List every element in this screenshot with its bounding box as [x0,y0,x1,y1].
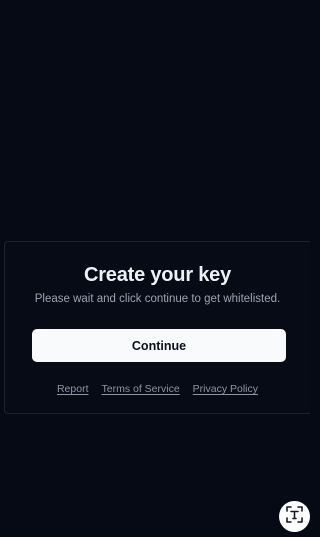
key-card: Create your key Please wait and click co… [4,241,310,414]
continue-button[interactable]: Continue [32,329,286,362]
privacy-policy-link[interactable]: Privacy Policy [193,383,258,395]
card-subtitle: Please wait and click continue to get wh… [34,293,281,305]
footer-links: Report Terms of Service Privacy Policy [5,383,310,395]
page-background: Create your key Please wait and click co… [0,0,310,537]
terms-of-service-link[interactable]: Terms of Service [101,383,179,395]
report-link[interactable]: Report [57,383,89,395]
card-title: Create your key [83,264,232,286]
text-scan-button[interactable] [279,501,310,532]
text-scan-icon [286,505,303,528]
